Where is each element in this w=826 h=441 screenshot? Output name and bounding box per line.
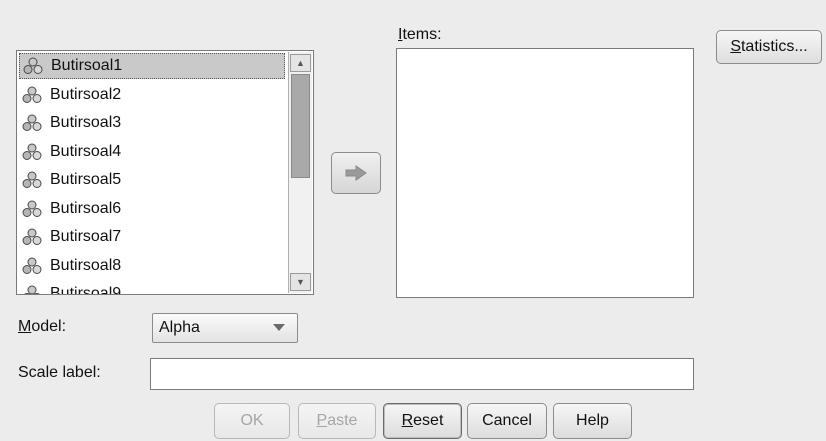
variable-label: Butirsoal7 <box>50 228 122 245</box>
variable-item[interactable]: Butirsoal4 <box>19 139 285 165</box>
variable-item[interactable]: Butirsoal7 <box>19 224 285 250</box>
variable-label: Butirsoal3 <box>50 114 122 131</box>
scale-variable-icon <box>22 285 42 294</box>
model-select[interactable]: Alpha <box>152 313 298 343</box>
variable-item[interactable]: Butirsoal8 <box>19 253 285 279</box>
scale-variable-icon <box>22 257 42 275</box>
variable-item[interactable]: Butirsoal9 <box>19 281 285 295</box>
variable-label: Butirsoal6 <box>50 199 122 217</box>
scale-variable-icon <box>22 228 42 246</box>
variable-label: Butirsoal5 <box>50 171 122 188</box>
items-label: Items: <box>398 26 442 43</box>
variable-list[interactable]: Butirsoal1 Butirsoal2 Butirsoal3 Butirsoal4… <box>16 50 314 295</box>
variable-label: Butirsoal9 <box>50 285 122 295</box>
scale-variable-icon <box>23 57 43 75</box>
move-to-items-button[interactable] <box>331 152 381 194</box>
paste-button[interactable]: Paste <box>298 403 376 439</box>
scale-variable-icon <box>22 200 42 218</box>
scale-label-input[interactable] <box>150 358 694 390</box>
cancel-button[interactable]: Cancel <box>467 403 547 439</box>
scale-variable-icon <box>22 86 42 104</box>
scale-variable-icon <box>22 114 42 132</box>
statistics-button[interactable]: Statistics... <box>716 30 822 64</box>
variable-label: Butirsoal4 <box>50 142 122 160</box>
variable-item[interactable]: Butirsoal1 <box>19 53 285 79</box>
variable-label: Butirsoal1 <box>51 57 123 74</box>
scroll-up-button[interactable]: ▲ <box>290 54 311 72</box>
variable-label: Butirsoal8 <box>50 256 122 274</box>
scale-variable-icon <box>22 171 42 189</box>
ok-button[interactable]: OK <box>214 403 290 439</box>
variable-item[interactable]: Butirsoal2 <box>19 82 285 108</box>
arrow-right-icon <box>345 165 367 181</box>
reset-button[interactable]: Reset <box>383 403 462 439</box>
scale-label-label: Scale label: <box>18 364 101 381</box>
variable-item[interactable]: Butirsoal6 <box>19 196 285 222</box>
items-list[interactable] <box>396 48 694 298</box>
variable-list-scrollbar[interactable]: ▲ ▼ <box>288 52 312 293</box>
help-button[interactable]: Help <box>553 403 632 439</box>
scroll-down-button[interactable]: ▼ <box>290 273 311 291</box>
variable-item[interactable]: Butirsoal3 <box>19 110 285 136</box>
variable-item[interactable]: Butirsoal5 <box>19 167 285 193</box>
chevron-down-icon <box>273 324 285 331</box>
scroll-thumb[interactable] <box>291 74 310 178</box>
model-selected-value: Alpha <box>159 319 200 336</box>
scale-variable-icon <box>22 143 42 161</box>
variable-label: Butirsoal2 <box>50 85 122 103</box>
model-label: Model: <box>18 318 67 335</box>
